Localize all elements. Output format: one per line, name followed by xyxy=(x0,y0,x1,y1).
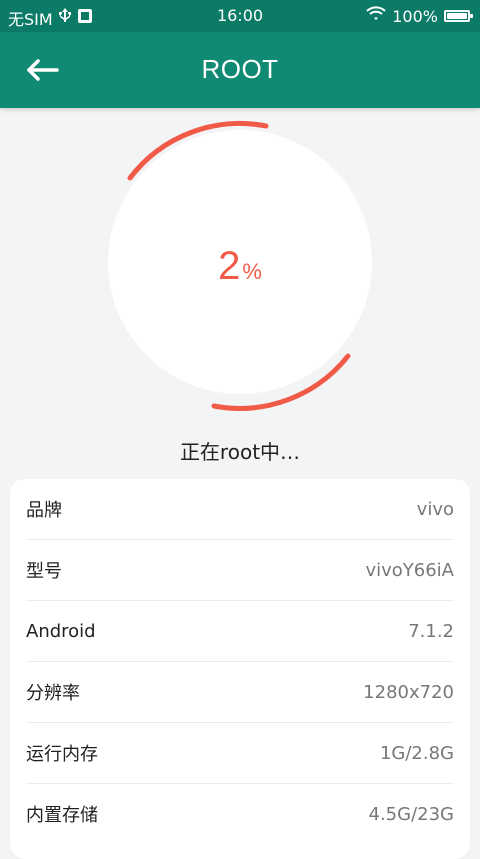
device-info-card: 品牌 vivo 型号 vivoY66iA Android 7.1.2 分辨率 1… xyxy=(10,479,470,859)
progress-unit: % xyxy=(242,259,262,284)
info-row-storage: 内置存储 4.5G/23G xyxy=(26,784,454,844)
info-row-brand: 品牌 vivo xyxy=(26,479,454,540)
app-bar: ROOT xyxy=(0,32,480,108)
info-label: 分辨率 xyxy=(26,683,80,704)
status-bar: 无SIM 16:00 100% xyxy=(0,0,480,32)
info-row-model: 型号 vivoY66iA xyxy=(26,540,454,601)
wifi-icon xyxy=(366,6,386,26)
info-value: vivoY66iA xyxy=(365,559,454,581)
info-label: 内置存储 xyxy=(26,805,98,826)
info-value: vivo xyxy=(416,498,454,520)
progress-number: 2 xyxy=(218,244,241,288)
battery-text: 100% xyxy=(392,6,438,26)
info-value: 1G/2.8G xyxy=(379,742,454,764)
info-label: 品牌 xyxy=(26,500,62,521)
status-right: 100% xyxy=(366,6,473,26)
progress-indicator: 2% xyxy=(102,120,378,412)
info-value: 7.1.2 xyxy=(408,620,454,642)
progress-value: 2% xyxy=(102,244,378,289)
info-value: 4.5G/23G xyxy=(368,803,455,825)
info-label: Android xyxy=(26,620,96,642)
battery-icon xyxy=(444,10,473,22)
info-row-ram: 运行内存 1G/2.8G xyxy=(26,723,454,784)
info-value: 1280x720 xyxy=(363,681,454,703)
info-row-resolution: 分辨率 1280x720 xyxy=(26,662,454,723)
info-row-android: Android 7.1.2 xyxy=(26,601,454,662)
info-label: 运行内存 xyxy=(26,744,98,765)
info-label: 型号 xyxy=(26,561,62,582)
page-title: ROOT xyxy=(201,54,279,84)
root-status-text: 正在root中… xyxy=(179,440,301,464)
